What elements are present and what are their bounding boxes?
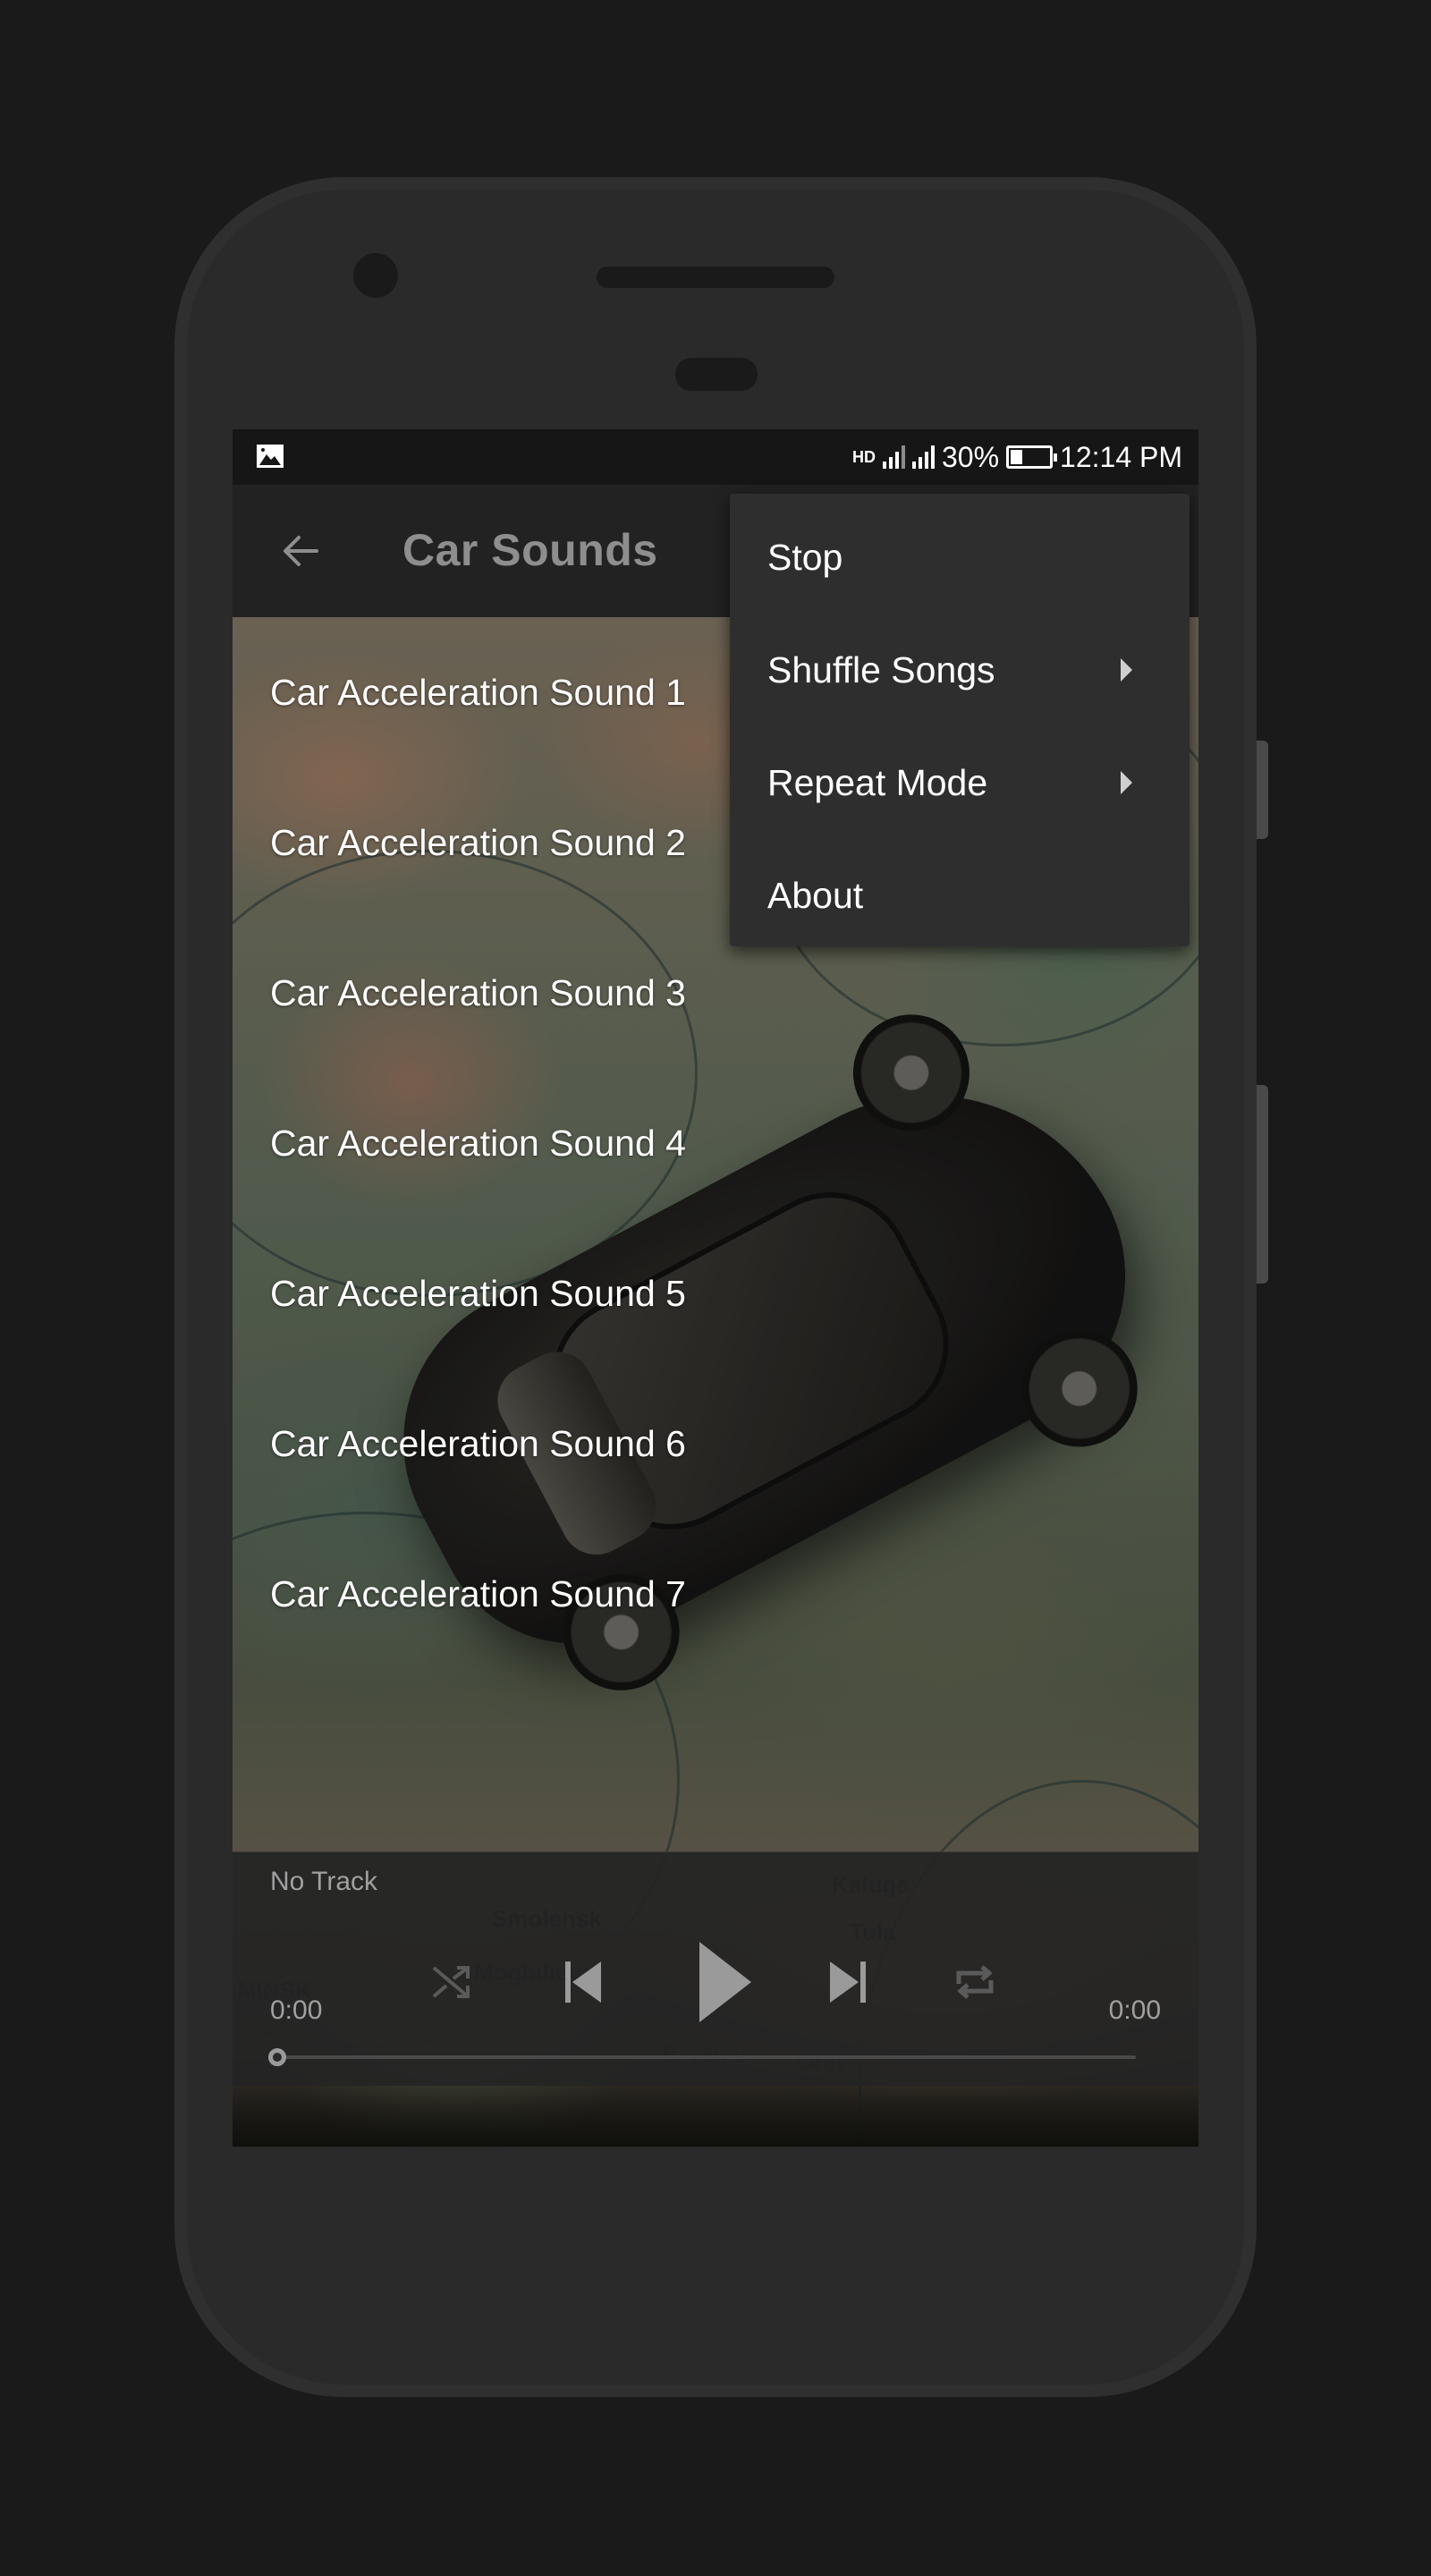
track-title: Car Acceleration Sound 4 <box>270 1122 686 1164</box>
gallery-icon <box>257 445 284 468</box>
proximity-sensor <box>675 358 758 391</box>
front-camera <box>353 253 398 298</box>
menu-item-repeat-mode[interactable]: Repeat Mode <box>730 726 1190 839</box>
battery-percent: 30% <box>941 440 1000 473</box>
menu-item-label: Stop <box>767 536 843 578</box>
seek-thumb[interactable] <box>268 2048 286 2066</box>
menu-item-label: Shuffle Songs <box>767 648 995 691</box>
screen: HD 30% 12:14 PM Car Sounds Smolensk Mogh… <box>233 429 1198 2147</box>
media-player: No Track 0:00 0:00 <box>233 1852 1198 2086</box>
menu-item-shuffle-songs[interactable]: Shuffle Songs <box>730 614 1190 726</box>
track-title: Car Acceleration Sound 3 <box>270 971 686 1013</box>
now-playing-title: No Track <box>270 1867 378 1896</box>
play-icon[interactable] <box>680 1933 760 2031</box>
skip-previous-icon[interactable] <box>555 1942 617 2022</box>
track-title: Car Acceleration Sound 2 <box>270 821 686 863</box>
clock: 12:14 PM <box>1060 440 1182 473</box>
overflow-menu: Stop Shuffle Songs Repeat Mode About <box>730 494 1190 946</box>
earpiece-speaker <box>597 267 834 288</box>
submenu-arrow-icon <box>1121 771 1132 794</box>
submenu-arrow-icon <box>1121 658 1132 682</box>
skip-next-icon[interactable] <box>814 1942 876 2022</box>
seek-bar[interactable] <box>268 2048 1136 2066</box>
signal-sim2-icon <box>911 445 935 469</box>
power-button <box>1257 741 1268 839</box>
track-title: Car Acceleration Sound 6 <box>270 1422 686 1464</box>
track-item[interactable]: Car Acceleration Sound 4 <box>233 1068 1198 1218</box>
bottom-fade <box>233 2086 1198 2147</box>
battery-level <box>1011 450 1023 464</box>
repeat-icon[interactable] <box>948 1942 1002 2022</box>
signal-sim1-icon <box>882 445 905 469</box>
battery-icon <box>1006 445 1058 469</box>
arrow-left-icon[interactable] <box>274 524 327 578</box>
page-title: Car Sounds <box>402 525 658 575</box>
track-title: Car Acceleration Sound 5 <box>270 1272 686 1314</box>
track-title: Car Acceleration Sound 7 <box>270 1572 686 1614</box>
track-title: Car Acceleration Sound 1 <box>270 671 686 713</box>
status-bar: HD 30% 12:14 PM <box>233 429 1198 485</box>
menu-item-about[interactable]: About <box>730 839 1190 952</box>
menu-item-label: Repeat Mode <box>767 761 988 803</box>
track-item[interactable]: Car Acceleration Sound 5 <box>233 1218 1198 1368</box>
menu-item-label: About <box>767 874 864 916</box>
status-icons: HD 30% 12:14 PM <box>852 436 1182 478</box>
volume-button <box>1257 1085 1268 1284</box>
track-item[interactable]: Car Acceleration Sound 7 <box>233 1519 1198 1669</box>
elapsed-time: 0:00 <box>270 1996 323 2025</box>
menu-item-stop[interactable]: Stop <box>730 501 1190 614</box>
total-duration: 0:00 <box>1108 1996 1161 2025</box>
shuffle-icon[interactable] <box>425 1942 478 2022</box>
track-item[interactable]: Car Acceleration Sound 6 <box>233 1368 1198 1519</box>
hd-voice-icon: HD <box>851 448 876 466</box>
